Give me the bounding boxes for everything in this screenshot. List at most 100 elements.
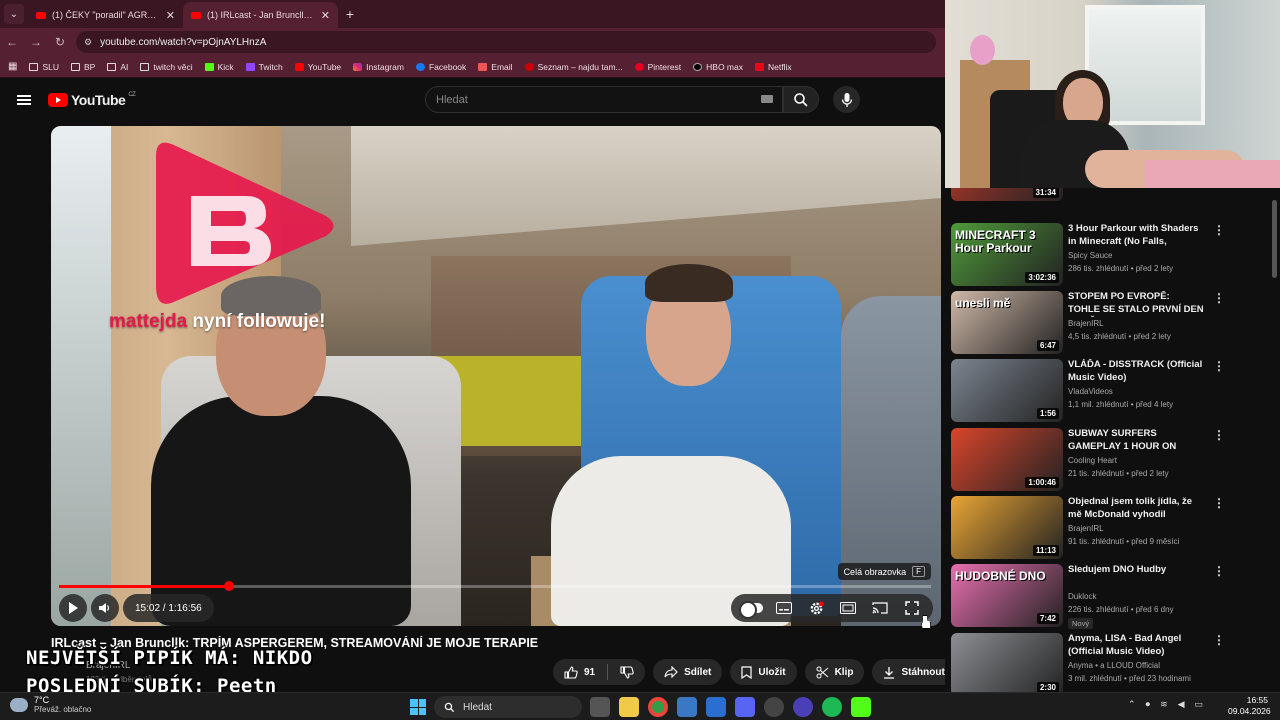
search-button[interactable] — [783, 86, 819, 113]
speaker-icon[interactable]: ◀ — [1178, 699, 1185, 710]
like-button[interactable]: 91 — [553, 659, 646, 685]
bookmark-facebook[interactable]: Facebook — [415, 62, 466, 72]
obs-icon[interactable] — [793, 697, 813, 717]
video-thumbnail[interactable]: ZA DEN VYDĚLAL31:34 — [951, 188, 1063, 201]
microphone-icon[interactable]: ⏺ — [1146, 699, 1151, 710]
recommendation-title[interactable]: Anyma, LISA - Bad Angel (Official Music … — [1068, 633, 1204, 658]
bookmark-folder[interactable]: SLU — [29, 62, 59, 72]
reload-icon[interactable]: ↻ — [48, 35, 72, 49]
url-field[interactable]: ⚙ youtube.com/watch?v=pOjnAYLHnzA — [76, 31, 936, 53]
recommendation-title[interactable]: VLÁĎA - DISSTRACK (Official Music Video) — [1068, 359, 1204, 384]
forward-icon[interactable]: → — [24, 35, 48, 49]
tab-search-button[interactable]: ⌄ — [4, 4, 24, 24]
fullscreen-button[interactable] — [897, 594, 927, 622]
more-vertical-icon[interactable]: ⋮ — [1213, 291, 1225, 305]
recommendation-channel[interactable]: VladaVideos — [1068, 387, 1113, 396]
wifi-icon[interactable]: ≋ — [1160, 699, 1168, 710]
chrome-icon[interactable] — [648, 697, 668, 717]
recommendation-item[interactable]: HUDOBNÉ DNO 7:42 Sledujem DNO Hudby Duklock… — [951, 564, 1271, 629]
task-view-icon[interactable] — [590, 697, 610, 717]
bookmark-instagram[interactable]: Instagram — [353, 62, 404, 72]
weather-widget[interactable]: 7°C Převáž. oblačno — [10, 695, 91, 715]
cast-button[interactable] — [865, 594, 895, 622]
bookmark-pinterest[interactable]: Pinterest — [634, 62, 681, 72]
more-vertical-icon[interactable]: ⋮ — [1213, 359, 1225, 373]
close-tab-icon[interactable]: ✕ — [321, 9, 330, 22]
volume-button[interactable] — [91, 594, 119, 622]
bookmark-netflix[interactable]: Netflix — [755, 62, 792, 72]
recommendation-title[interactable]: Objednal jsem tolik jídla, že mě McDonal… — [1068, 496, 1204, 521]
more-vertical-icon[interactable]: ⋮ — [1213, 223, 1225, 237]
video-thumbnail[interactable]: 11:13 — [951, 496, 1063, 559]
clock[interactable]: 16:55 09.04.2026 — [1228, 695, 1271, 717]
windows-start-icon[interactable] — [410, 699, 426, 715]
keyboard-icon[interactable] — [761, 95, 773, 103]
taskbar-search[interactable]: Hledat — [434, 696, 582, 718]
recommendation-channel[interactable]: Spicy Sauce — [1068, 251, 1112, 260]
recommendation-item[interactable]: 1:00:46 SUBWAY SURFERS GAMEPLAY 1 HOUR ON… — [951, 428, 1271, 492]
recommendation-item[interactable]: unesli mě 6:47 STOPEM PO EVROPĚ: TOHLE SE … — [951, 291, 1271, 355]
settings-button[interactable] — [801, 594, 831, 622]
theater-mode-button[interactable] — [833, 594, 863, 622]
recommendation-item[interactable]: 2:30 Anyma, LISA - Bad Angel (Official Mu… — [951, 633, 1271, 692]
recommendation-title[interactable]: Sledujem DNO Hudby — [1068, 564, 1204, 577]
bookmark-folder[interactable]: AI — [107, 62, 128, 72]
video-thumbnail[interactable]: 1:00:46 — [951, 428, 1063, 491]
recommendation-channel[interactable]: BrajenIRL — [1068, 319, 1104, 328]
recommendation-item[interactable]: 1:56 VLÁĎA - DISSTRACK (Official Music Vi… — [951, 359, 1271, 423]
search-input[interactable]: Hledat — [425, 86, 783, 113]
progress-bar[interactable] — [59, 581, 931, 591]
voice-search-button[interactable] — [833, 86, 860, 113]
clip-button[interactable]: Klip — [804, 659, 865, 685]
bookmark-youtube[interactable]: YouTube — [294, 62, 341, 72]
apps-icon[interactable]: ▦ — [8, 61, 17, 72]
chevron-up-icon[interactable]: ⌃ — [1128, 699, 1136, 710]
menu-icon[interactable] — [17, 95, 31, 105]
photos-icon[interactable] — [706, 697, 726, 717]
recommendation-channel[interactable]: Anyma • a LLOUD Official — [1068, 661, 1160, 670]
close-tab-icon[interactable]: ✕ — [166, 9, 175, 22]
bookmark-email[interactable]: Email — [478, 62, 513, 72]
recommendation-title[interactable]: STOPEM PO EVROPĚ: TOHLE SE STALO PRVNÍ D… — [1068, 291, 1204, 317]
bookmark-folder[interactable]: twitch věci — [140, 62, 193, 72]
play-button[interactable] — [59, 594, 87, 622]
browser-tab-1[interactable]: (1) ČEKY "poradil" AGRAELOVI ... ✕ — [28, 2, 183, 28]
download-button[interactable]: Stáhnout — [872, 659, 956, 685]
video-thumbnail[interactable]: HUDOBNÉ DNO 7:42 — [951, 564, 1063, 627]
bookmark-hbo[interactable]: HBO max — [693, 62, 743, 72]
more-vertical-icon[interactable]: ⋮ — [1213, 428, 1225, 442]
video-thumbnail[interactable]: 2:30 — [951, 633, 1063, 692]
more-vertical-icon[interactable]: ⋮ — [1213, 564, 1225, 578]
new-tab-button[interactable]: + — [338, 2, 362, 26]
video-player[interactable]: mattejda nyní followuje! Celá obrazovka … — [51, 126, 941, 626]
autoplay-toggle[interactable] — [737, 594, 767, 622]
video-thumbnail[interactable]: MINECRAFT 3 Hour Parkour 3:02:36 — [951, 223, 1063, 286]
recommendation-item[interactable]: ZA DEN VYDĚLAL31:34437 tis. zhlédnutí • … — [951, 188, 1271, 202]
bookmark-twitch[interactable]: Twitch — [245, 62, 283, 72]
kick-app-icon[interactable] — [851, 697, 871, 717]
video-thumbnail[interactable]: unesli mě 6:47 — [951, 291, 1063, 354]
recommendation-channel[interactable]: Duklock — [1068, 592, 1096, 601]
save-button[interactable]: Uložit — [730, 659, 797, 685]
video-thumbnail[interactable]: 1:56 — [951, 359, 1063, 422]
recommendation-item[interactable]: 11:13 Objednal jsem tolik jídla, že mě Mc… — [951, 496, 1271, 560]
more-vertical-icon[interactable]: ⋮ — [1213, 496, 1225, 510]
discord-icon[interactable] — [735, 697, 755, 717]
youtube-logo[interactable]: YouTube CZ — [48, 92, 136, 108]
github-desktop-icon[interactable] — [764, 697, 784, 717]
bookmark-folder[interactable]: BP — [71, 62, 95, 72]
bookmark-seznam[interactable]: Seznam – najdu tam... — [524, 62, 623, 72]
recommendation-title[interactable]: SUBWAY SURFERS GAMEPLAY 1 HOUR ON OMEN b… — [1068, 428, 1204, 454]
recommendation-channel[interactable]: BrajenIRL — [1068, 524, 1104, 533]
recommendation-item[interactable]: MINECRAFT 3 Hour Parkour 3:02:36 3 Hour Pa… — [951, 223, 1271, 287]
subtitles-button[interactable] — [769, 594, 799, 622]
thumbs-down-icon[interactable] — [620, 665, 634, 679]
more-vertical-icon[interactable]: ⋮ — [1213, 633, 1225, 647]
site-info-icon[interactable]: ⚙ — [84, 37, 92, 48]
bookmark-kick[interactable]: Kick — [204, 62, 234, 72]
browser-tab-2[interactable]: (1) IRLcast - Jan Bruncllk: TRPÍM ... ✕ — [183, 2, 338, 28]
recommendation-title[interactable]: 3 Hour Parkour with Shaders in Minecraft… — [1068, 223, 1204, 249]
settings-app-icon[interactable] — [677, 697, 697, 717]
battery-icon[interactable]: ▭ — [1195, 699, 1204, 710]
recommendation-channel[interactable]: Cooling Heart — [1068, 456, 1117, 465]
